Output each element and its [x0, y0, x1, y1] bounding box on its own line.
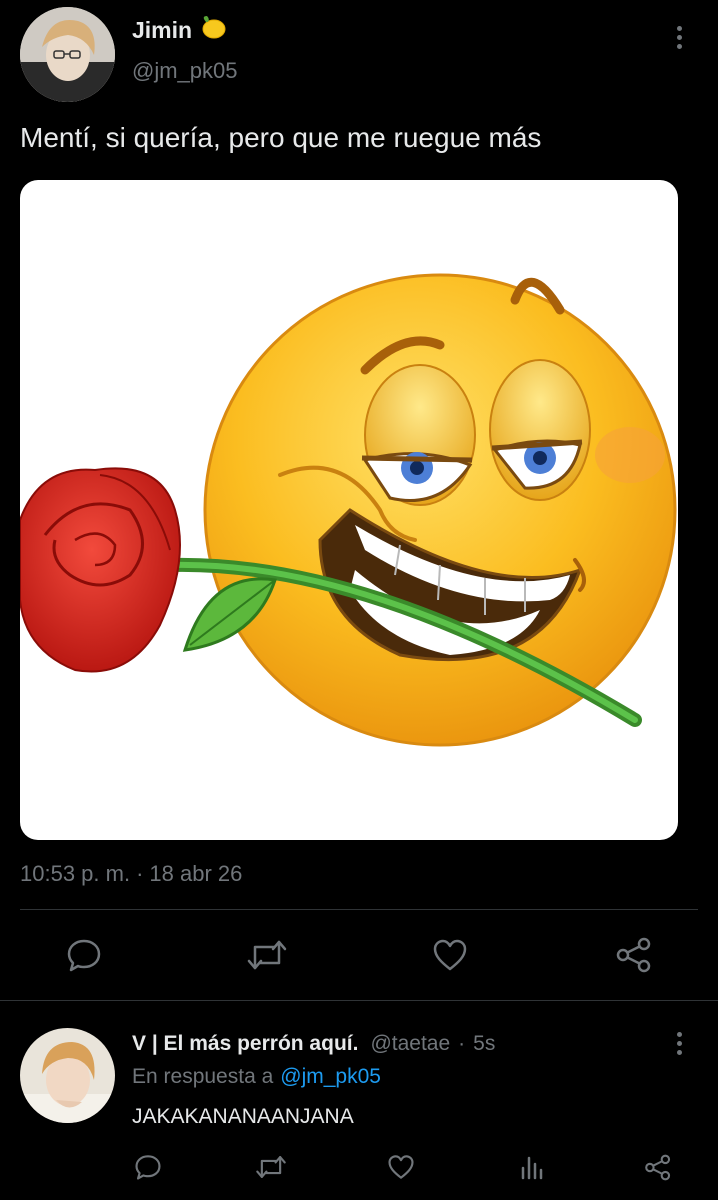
tweet-image[interactable] [20, 180, 678, 840]
retweet-icon [256, 1156, 286, 1178]
reply-icon [135, 1155, 161, 1180]
smirking-rose-emoji-image [20, 273, 677, 747]
tweet-text: Mentí, si quería, pero que me ruegue más [20, 122, 542, 153]
divider [0, 1000, 718, 1001]
reply-author-handle[interactable]: @taetae [370, 1032, 450, 1056]
reply-button[interactable] [60, 933, 108, 977]
timestamp-separator: · [136, 861, 144, 886]
like-icon [433, 939, 467, 971]
tweet-timestamp[interactable]: 10:53 p. m. · 18 abr 26 [20, 861, 242, 887]
reply-text: JAKAKANANAANJANA [132, 1105, 354, 1128]
reply-age: 5s [473, 1032, 496, 1055]
author-avatar[interactable] [20, 7, 115, 102]
share-button[interactable] [610, 933, 658, 977]
tweet-date: 18 abr 26 [149, 861, 243, 886]
tweet-time: 10:53 p. m. [20, 861, 131, 886]
replying-to-prefix: En respuesta a [132, 1065, 274, 1088]
reply-icon [67, 939, 101, 972]
retweet-button[interactable] [243, 933, 291, 977]
retweet-icon [247, 940, 287, 970]
author-handle[interactable]: @jm_pk05 [132, 58, 238, 84]
lemon-icon [198, 14, 228, 46]
reply-author-avatar-image [20, 1028, 115, 1123]
author-avatar-image [20, 7, 115, 102]
reply-like-button[interactable] [383, 1150, 419, 1184]
like-button[interactable] [426, 933, 474, 977]
reply-author-avatar[interactable] [20, 1028, 115, 1123]
tweet-more-options-icon[interactable] [676, 26, 682, 49]
replying-to: En respuesta a @jm_pk05 [132, 1065, 381, 1089]
author-name[interactable]: Jimin [132, 17, 192, 44]
share-icon [616, 937, 651, 973]
reply-retweet-button[interactable] [252, 1150, 290, 1184]
replying-to-mention[interactable]: @jm_pk05 [280, 1065, 381, 1089]
share-icon [645, 1154, 671, 1180]
reply-views-button[interactable] [515, 1150, 549, 1184]
views-icon [521, 1156, 543, 1180]
divider [20, 909, 698, 910]
reply-author-name[interactable]: V | El más perrón aquí. [132, 1032, 358, 1056]
like-icon [388, 1155, 414, 1179]
reply-share-button[interactable] [640, 1150, 676, 1184]
reply-more-options-icon[interactable] [676, 1032, 682, 1055]
reply-reply-button[interactable] [130, 1150, 166, 1184]
reply-separator: · [458, 1032, 466, 1055]
